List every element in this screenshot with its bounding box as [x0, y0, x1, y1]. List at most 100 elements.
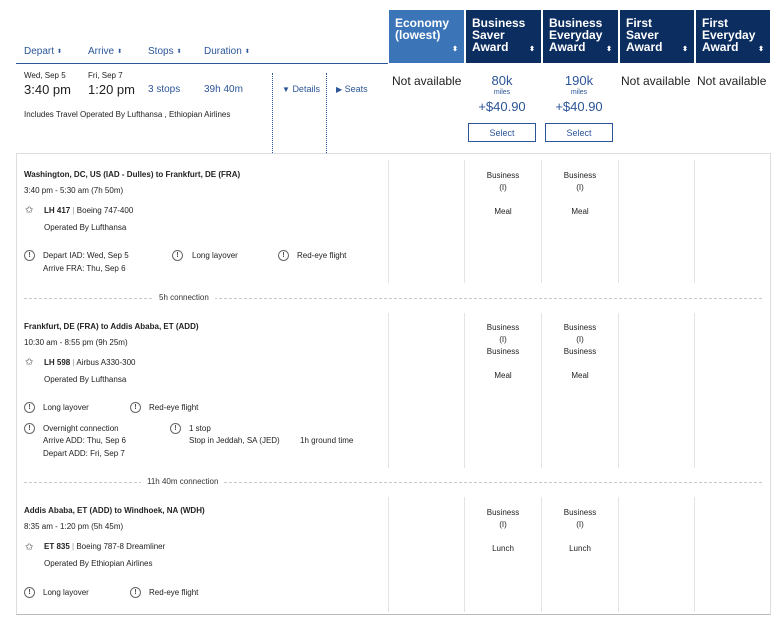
cabin-class: Business — [563, 347, 597, 356]
operated-by: Operated By Lufthansa — [44, 223, 127, 232]
star-icon: ✩ — [25, 542, 34, 553]
segment-flight: ET 835 | Boeing 787-8 Dreamliner — [44, 542, 165, 551]
column-divider — [618, 497, 619, 612]
fare-header-subtitle: (lowest) — [395, 28, 441, 42]
first-everyday-price: Not available — [697, 74, 767, 88]
sort-arrive-label: Arrive — [88, 46, 115, 57]
cabin-class: Business — [563, 323, 597, 332]
sort-stops-label: Stops — [148, 46, 174, 57]
cabin-class: Business — [486, 347, 520, 356]
meal-info: Meal — [494, 371, 512, 380]
meal-info: Lunch — [569, 544, 591, 553]
sort-arrow-icon: ⬍ — [758, 46, 764, 53]
select-business-everyday-button[interactable]: Select — [545, 123, 613, 142]
fare-header-first-everyday[interactable]: First Everyday Award ⬍ — [696, 10, 770, 63]
cabin-class: Business — [486, 171, 520, 180]
fare-header-title: First Everyday Award — [702, 16, 756, 54]
business-everyday-price: 190k miles +$40.90 — [544, 74, 614, 115]
seats-toggle[interactable]: ▶ Seats — [336, 84, 368, 94]
column-divider — [388, 497, 389, 612]
warning-icon: ! — [278, 250, 289, 261]
sort-depart[interactable]: Depart ⬍ — [24, 46, 62, 57]
segment-flight: LH 417 | Boeing 747-400 — [44, 206, 133, 215]
column-divider — [694, 160, 695, 283]
duration-value: 39h 40m — [204, 84, 243, 95]
economy-price: Not available — [392, 74, 462, 88]
separator: | — [72, 358, 75, 367]
column-divider — [388, 313, 389, 468]
fare-class: (I) — [499, 520, 507, 529]
layover-note: Long layover — [192, 251, 238, 260]
cabin-spacer — [468, 194, 538, 206]
segment-route: Addis Ababa, ET (ADD) to Windhoek, NA (W… — [24, 506, 205, 515]
fare-class: (I) — [576, 335, 584, 344]
cabin-info: Business (I) Lunch — [468, 507, 538, 555]
cabin-spacer — [545, 194, 615, 206]
caret-right-icon: ▶ — [336, 85, 343, 94]
operated-by: Operated By Lufthansa — [44, 375, 127, 384]
cabin-class: Business — [563, 508, 597, 517]
cabin-class: Business — [486, 508, 520, 517]
fare-header-business-saver[interactable]: Business Saver Award ⬍ — [466, 10, 541, 63]
column-divider — [694, 497, 695, 612]
column-divider — [694, 313, 695, 468]
sort-arrow-icon: ⬍ — [176, 49, 182, 55]
taxes-value: +$40.90 — [478, 99, 526, 114]
sort-arrow-icon: ⬍ — [606, 46, 612, 53]
cabin-spacer — [468, 531, 538, 543]
redeye-note: Red-eye flight — [149, 403, 199, 412]
column-divider — [464, 497, 465, 612]
sort-duration[interactable]: Duration ⬍ — [204, 46, 250, 57]
segment-times: 3:40 pm - 5:30 am (7h 50m) — [24, 186, 124, 195]
layover-note: Long layover — [43, 403, 89, 412]
sort-stops[interactable]: Stops ⬍ — [148, 46, 182, 57]
meal-info: Meal — [494, 207, 512, 216]
details-toggle[interactable]: ▼ Details — [282, 84, 320, 94]
fare-header-economy[interactable]: Economy (lowest) ⬍ — [389, 10, 464, 63]
warning-icon: ! — [170, 423, 181, 434]
segment-times: 10:30 am - 8:55 pm (9h 25m) — [24, 338, 128, 347]
connection-label: 5h connection — [153, 293, 215, 302]
warning-icon: ! — [24, 587, 35, 598]
separator: | — [72, 206, 75, 215]
details-label: Details — [292, 84, 320, 94]
arrive-note: Arrive ADD: Thu, Sep 6 — [43, 436, 126, 445]
stops-link[interactable]: 3 stops — [148, 84, 180, 95]
taxes-value: +$40.90 — [555, 99, 603, 114]
aircraft-type: Boeing 787-8 Dreamliner — [76, 542, 166, 551]
aircraft-type: Boeing 747-400 — [76, 206, 134, 215]
connection-divider — [24, 298, 762, 299]
sort-arrive[interactable]: Arrive ⬍ — [88, 46, 122, 57]
segment-route: Frankfurt, DE (FRA) to Addis Ababa, ET (… — [24, 322, 199, 331]
fare-header-business-everyday[interactable]: Business Everyday Award ⬍ — [543, 10, 618, 63]
depart-date: Wed, Sep 5 — [24, 71, 66, 80]
select-business-saver-button[interactable]: Select — [468, 123, 536, 142]
warning-icon: ! — [130, 587, 141, 598]
fare-header-title: Business Saver Award — [472, 16, 526, 54]
cabin-info: Business (I) Meal — [468, 170, 538, 218]
segment-flight: LH 598 | Airbus A330-300 — [44, 358, 135, 367]
segment-times: 8:35 am - 1:20 pm (5h 45m) — [24, 522, 124, 531]
cabin-class: Business — [486, 323, 520, 332]
operated-note: Includes Travel Operated By Lufthansa , … — [24, 110, 231, 119]
fare-class: (I) — [499, 335, 507, 344]
sort-depart-label: Depart — [24, 46, 55, 57]
fare-class: (I) — [576, 520, 584, 529]
sort-arrow-icon: ⬍ — [117, 49, 123, 55]
warning-icon: ! — [24, 423, 35, 434]
warning-icon: ! — [24, 402, 35, 413]
sort-arrow-icon: ⬍ — [244, 49, 250, 55]
sort-arrow-icon: ⬍ — [57, 49, 63, 55]
business-saver-price: 80k miles +$40.90 — [467, 74, 537, 115]
layover-note: Long layover — [43, 588, 89, 597]
fare-header-title: Business Everyday Award — [549, 16, 603, 54]
column-divider — [618, 160, 619, 283]
connection-label: 11h 40m connection — [141, 477, 225, 486]
warning-icon: ! — [172, 250, 183, 261]
arrive-note: Arrive FRA: Thu, Sep 6 — [43, 264, 126, 273]
fare-header-first-saver[interactable]: First Saver Award ⬍ — [620, 10, 694, 63]
fare-class: (I) — [499, 183, 507, 192]
column-divider — [464, 313, 465, 468]
connection-divider — [24, 482, 762, 483]
flight-number: LH 598 — [44, 358, 71, 367]
